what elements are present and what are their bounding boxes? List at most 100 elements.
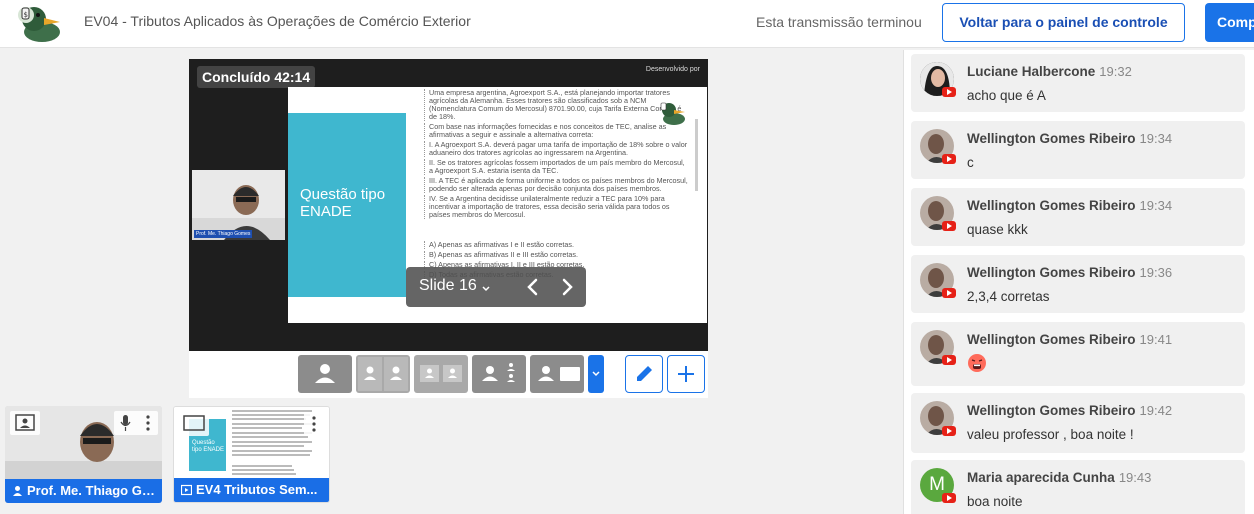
youtube-badge-icon (942, 288, 956, 298)
top-header: $ EV04 - Tributos Aplicados às Operações… (0, 0, 1254, 48)
youtube-badge-icon (942, 426, 956, 436)
chevron-down-icon[interactable] (481, 284, 491, 294)
youtube-badge-icon (942, 355, 956, 365)
broadcast-status: Esta transmissão terminou (756, 14, 922, 30)
person-box-icon (15, 414, 35, 431)
screen-icon (183, 415, 205, 431)
person-icon (13, 486, 22, 496)
message-time: 19:34 (1139, 198, 1173, 213)
two-tiles-icon (420, 365, 462, 382)
message-author: Wellington Gomes Ribeiro 19:34 (967, 198, 1172, 213)
youtube-badge-icon (942, 221, 956, 231)
message-text: c (967, 155, 974, 170)
camera-thumbnail-label: Prof. Me. Thiago Gomes (5, 479, 162, 503)
thumbnail-slide-title: Questão tipo ENADE (192, 440, 225, 453)
slide-option: B) Apenas as afirmativas II e III estão … (424, 251, 690, 259)
camera-thumbnail[interactable]: Prof. Me. Thiago Gomes (5, 406, 162, 503)
microphone-icon[interactable] (123, 415, 128, 425)
duck-mascot-icon (660, 102, 685, 125)
message-text: acho que é A (967, 88, 1046, 103)
message-time: 19:34 (1139, 131, 1173, 146)
page-title: EV04 - Tributos Aplicados às Operações d… (84, 13, 471, 29)
author-name: Wellington Gomes Ribeiro (967, 403, 1136, 418)
plus-icon (678, 366, 694, 382)
camera-thumbnail-title: Prof. Me. Thiago Gomes (27, 483, 162, 498)
crying-face-emoji-icon (968, 354, 986, 372)
camera-controls (114, 411, 158, 435)
video-player[interactable]: Concluído 42:14 Desenvolvido por Questão… (189, 59, 708, 351)
slide-paragraph: I. A Agroexport S.A. deverá pagar uma ta… (424, 141, 690, 157)
author-name: Wellington Gomes Ribeiro (967, 198, 1136, 213)
message-time: 19:41 (1139, 332, 1173, 347)
slide-body: Uma empresa argentina, Agroexport S.A., … (424, 89, 690, 281)
author-name: Wellington Gomes Ribeiro (967, 131, 1136, 146)
chevron-down-icon (592, 371, 600, 377)
presenter-name-label: Prof. Me. Thiago Gomes (194, 230, 253, 238)
chat-message: M Maria aparecida Cunha 19:43 boa noite (911, 460, 1245, 514)
svg-text:$: $ (24, 11, 28, 19)
layout-two-small-button[interactable] (414, 355, 468, 393)
author-name: Wellington Gomes Ribeiro (967, 332, 1136, 347)
message-time: 19:32 (1099, 64, 1132, 79)
slide-paragraph: III. A TEC é aplicada de forma uniforme … (424, 177, 690, 193)
two-people-icon (358, 357, 408, 391)
author-name: Wellington Gomes Ribeiro (967, 265, 1136, 280)
slide-title-block: Questão tipo ENADE (288, 113, 406, 297)
layout-presenter-screen-button[interactable] (530, 355, 584, 393)
chat-message: Wellington Gomes Ribeiro 19:36 2,3,4 corr… (911, 255, 1245, 313)
presentation-more-options[interactable] (304, 412, 324, 436)
presentation-thumbnail[interactable]: Questão tipo ENADE EV4 Tributos Sem... (173, 406, 330, 503)
message-author: Wellington Gomes Ribeiro 19:34 (967, 131, 1172, 146)
more-options-icon (312, 416, 316, 432)
completed-badge: Concluído 42:14 (197, 66, 316, 88)
add-button[interactable] (667, 355, 705, 393)
chat-message: Wellington Gomes Ribeiro 19:41 (911, 322, 1245, 386)
person-icon (315, 364, 335, 383)
message-text: 2,3,4 corretas (967, 289, 1050, 304)
more-layouts-button[interactable] (588, 355, 604, 393)
next-slide-icon[interactable] (556, 274, 578, 300)
mic-and-menu-icons (120, 415, 150, 431)
presentation-icon (181, 484, 192, 496)
presenter-screen-icon (538, 366, 580, 381)
message-text: quase kkk (967, 222, 1028, 237)
message-time: 19:42 (1139, 403, 1173, 418)
message-author: Wellington Gomes Ribeiro 19:42 (967, 403, 1172, 418)
message-time: 19:43 (1118, 470, 1152, 485)
chat-panel[interactable]: Luciane Halbercone 19:32 acho que é A Wel… (903, 50, 1254, 514)
message-author: Luciane Halbercone 19:32 (967, 64, 1132, 79)
layout-presenter-list-button[interactable] (472, 355, 526, 393)
chat-message: Wellington Gomes Ribeiro 19:34 c (911, 121, 1245, 179)
more-options-icon[interactable] (146, 415, 150, 419)
chat-message: Wellington Gomes Ribeiro 19:42 valeu prof… (911, 393, 1245, 453)
author-name: Maria aparecida Cunha (967, 470, 1115, 485)
message-author: Wellington Gomes Ribeiro 19:36 (967, 265, 1172, 280)
presentation-thumbnail-label: EV4 Tributos Sem... (174, 478, 329, 502)
slide-paragraph: II. Se os tratores agrícolas fossem impo… (424, 159, 690, 175)
author-name: Luciane Halbercone (967, 64, 1096, 79)
developed-by-label: Desenvolvido por (645, 66, 700, 73)
message-author: Maria aparecida Cunha 19:43 (967, 470, 1151, 485)
slide-paragraph: Uma empresa argentina, Agroexport S.A., … (424, 89, 690, 121)
chat-message: Wellington Gomes Ribeiro 19:34 quase kkk (911, 188, 1245, 246)
layout-single-button[interactable] (298, 355, 352, 393)
slide-scrollbar (695, 119, 698, 191)
edit-button[interactable] (625, 355, 663, 393)
slide-paragraph: IV. Se a Argentina decidisse unilateralm… (424, 195, 690, 219)
presenter-list-icon (482, 363, 515, 382)
slide-option: A) Apenas as afirmativas I e II estão co… (424, 241, 690, 249)
youtube-badge-icon (942, 493, 956, 503)
duck-logo-icon: $ (18, 7, 60, 42)
youtube-badge-icon (942, 154, 956, 164)
slide-navigator: Slide 16 (406, 267, 586, 307)
message-author: Wellington Gomes Ribeiro 19:41 (967, 332, 1172, 347)
back-to-dashboard-button[interactable]: Voltar para o painel de controle (942, 3, 1185, 42)
previous-slide-icon[interactable] (522, 274, 544, 300)
layout-side-by-side-button[interactable] (356, 355, 410, 393)
slide-paragraph: Com base nas informações fornecidas e no… (424, 123, 690, 139)
message-text (967, 353, 987, 376)
youtube-badge-icon (942, 87, 956, 97)
share-button[interactable]: Comp (1205, 3, 1254, 42)
layout-toolbar (189, 351, 708, 398)
slide-number-dropdown[interactable]: Slide 16 (419, 277, 477, 295)
